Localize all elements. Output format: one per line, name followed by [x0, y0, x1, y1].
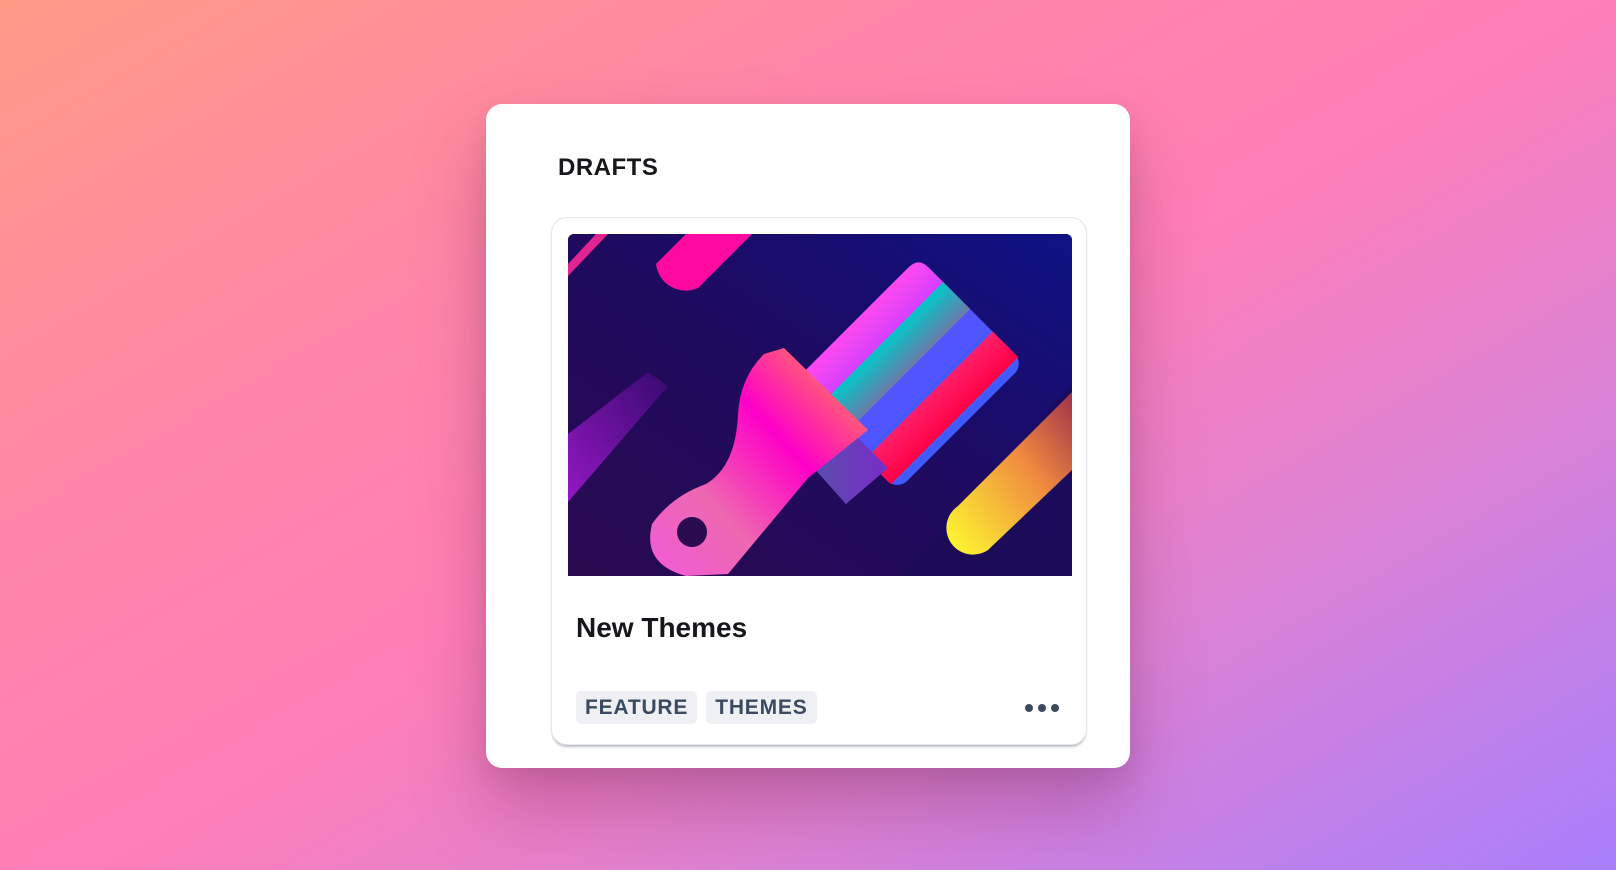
post-cover-image	[568, 234, 1072, 576]
drafts-panel: DRAFTS New Themes FEATURE THEMES	[486, 104, 1130, 768]
more-horizontal-icon-dot	[1038, 704, 1046, 712]
post-card[interactable]: New Themes FEATURE THEMES	[551, 217, 1087, 745]
paintbrush-illustration	[568, 234, 1072, 576]
more-horizontal-icon	[1025, 704, 1033, 712]
more-horizontal-icon-dot	[1051, 704, 1059, 712]
tag-themes[interactable]: THEMES	[706, 691, 817, 724]
more-options-button[interactable]	[1020, 696, 1064, 720]
post-tags: FEATURE THEMES	[576, 691, 817, 724]
tag-feature[interactable]: FEATURE	[576, 691, 698, 724]
section-title: DRAFTS	[558, 154, 659, 181]
post-title: New Themes	[576, 612, 748, 643]
